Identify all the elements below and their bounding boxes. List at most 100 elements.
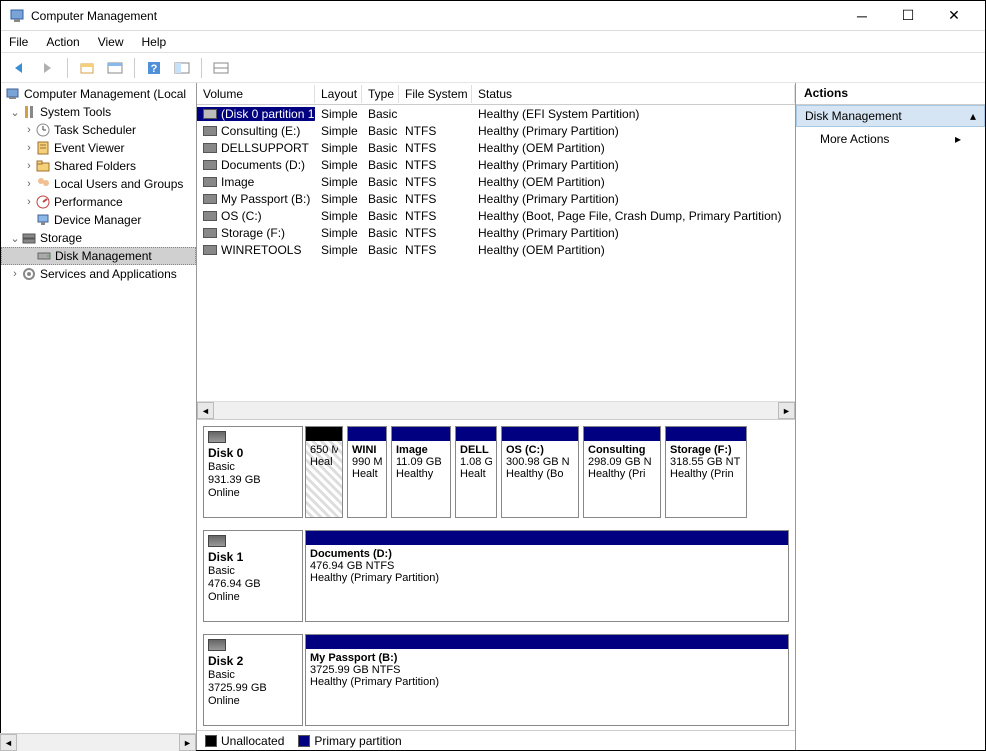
disk-label[interactable]: Disk 1Basic476.94 GBOnline [203, 530, 303, 622]
scroll-left-icon[interactable]: ◄ [0, 734, 17, 751]
volume-row[interactable]: ImageSimpleBasicNTFSHealthy (OEM Partiti… [197, 173, 795, 190]
collapse-icon[interactable]: ⌄ [9, 232, 21, 245]
volume-row[interactable]: OS (C:)SimpleBasicNTFSHealthy (Boot, Pag… [197, 207, 795, 224]
actions-selection[interactable]: Disk Management▴ [796, 105, 985, 127]
scroll-track[interactable] [214, 402, 778, 419]
partition[interactable]: 650 MHeal [305, 426, 343, 518]
volume-row[interactable]: WINRETOOLSSimpleBasicNTFSHealthy (OEM Pa… [197, 241, 795, 258]
expand-icon[interactable]: › [23, 142, 35, 154]
disk-graphical-view: Disk 0Basic931.39 GBOnline650 MHealWINI9… [197, 420, 795, 730]
volume-layout: Simple [315, 158, 362, 172]
view-button[interactable] [171, 57, 193, 79]
volume-row[interactable]: DELLSUPPORTSimpleBasicNTFSHealthy (OEM P… [197, 139, 795, 156]
maximize-button[interactable]: ☐ [885, 1, 931, 31]
volume-hscroll[interactable]: ◄ ► [197, 401, 795, 419]
col-filesystem[interactable]: File System [399, 85, 472, 103]
partition[interactable]: My Passport (B:)3725.99 GB NTFSHealthy (… [305, 634, 789, 726]
forward-button[interactable] [37, 57, 59, 79]
legend-primary: Primary partition [298, 734, 401, 748]
partition-header [456, 427, 496, 441]
tree-systools[interactable]: ⌄System Tools [1, 103, 196, 121]
collapse-icon[interactable]: ⌄ [9, 106, 21, 119]
tree-storage[interactable]: ⌄Storage [1, 229, 196, 247]
actions-panel: Actions Disk Management▴ More Actions▸ [796, 83, 985, 750]
col-type[interactable]: Type [362, 85, 399, 103]
disk-icon [208, 431, 226, 443]
menu-action[interactable]: Action [46, 35, 79, 49]
chevron-right-icon: ▸ [955, 132, 961, 146]
scroll-right-icon[interactable]: ► [778, 402, 795, 419]
disk-partitions: My Passport (B:)3725.99 GB NTFSHealthy (… [305, 634, 789, 726]
tree-event-viewer[interactable]: ›Event Viewer [1, 139, 196, 157]
partition[interactable]: DELL1.08 GHealt [455, 426, 497, 518]
partition-body: Documents (D:)476.94 GB NTFSHealthy (Pri… [306, 545, 788, 621]
expand-icon[interactable]: › [23, 178, 35, 190]
col-volume[interactable]: Volume [197, 85, 315, 103]
volume-layout: Simple [315, 141, 362, 155]
partition-header [306, 635, 788, 649]
tree-local-users[interactable]: ›Local Users and Groups [1, 175, 196, 193]
tree-services[interactable]: ›Services and Applications [1, 265, 196, 283]
partition-body: Image11.09 GBHealthy [392, 441, 450, 517]
volume-type: Basic [362, 209, 399, 223]
tree-performance[interactable]: ›Performance [1, 193, 196, 211]
legend: Unallocated Primary partition [197, 730, 795, 750]
volume-fs: NTFS [399, 124, 472, 138]
col-layout[interactable]: Layout [315, 85, 362, 103]
volume-type: Basic [362, 158, 399, 172]
scroll-right-icon[interactable]: ► [179, 734, 196, 751]
close-button[interactable]: ✕ [931, 1, 977, 31]
partition-header [502, 427, 578, 441]
menu-file[interactable]: File [9, 35, 28, 49]
disk-label[interactable]: Disk 0Basic931.39 GBOnline [203, 426, 303, 518]
col-status[interactable]: Status [472, 85, 795, 103]
tree-task-scheduler[interactable]: ›Task Scheduler [1, 121, 196, 139]
tree-device-manager[interactable]: Device Manager [1, 211, 196, 229]
back-button[interactable] [9, 57, 31, 79]
disk-label[interactable]: Disk 2Basic3725.99 GBOnline [203, 634, 303, 726]
minimize-button[interactable]: ─ [839, 1, 885, 31]
partition[interactable]: OS (C:)300.98 GB NHealthy (Bo [501, 426, 579, 518]
partition-header [306, 531, 788, 545]
volume-fs: NTFS [399, 158, 472, 172]
volume-layout: Simple [315, 175, 362, 189]
partition[interactable]: WINI990 MHealt [347, 426, 387, 518]
partition[interactable]: Consulting298.09 GB NHealthy (Pri [583, 426, 661, 518]
actions-more[interactable]: More Actions▸ [796, 127, 985, 151]
volume-row[interactable]: Consulting (E:)SimpleBasicNTFSHealthy (P… [197, 122, 795, 139]
expand-icon[interactable]: › [9, 268, 21, 280]
expand-icon[interactable]: › [23, 196, 35, 208]
volume-name: (Disk 0 partition 1) [197, 107, 315, 121]
volume-row[interactable]: Documents (D:)SimpleBasicNTFSHealthy (Pr… [197, 156, 795, 173]
disk-partitions: 650 MHealWINI990 MHealtImage11.09 GBHeal… [305, 426, 789, 518]
volume-status: Healthy (OEM Partition) [472, 243, 795, 257]
help-button[interactable]: ? [143, 57, 165, 79]
expand-icon[interactable]: › [23, 124, 35, 136]
tree-hscroll[interactable]: ◄ ► [0, 733, 196, 751]
volume-row[interactable]: Storage (F:)SimpleBasicNTFSHealthy (Prim… [197, 224, 795, 241]
tree-shared-folders[interactable]: ›Shared Folders [1, 157, 196, 175]
expand-icon[interactable]: › [23, 160, 35, 172]
menu-help[interactable]: Help [142, 35, 167, 49]
scroll-track[interactable] [17, 734, 179, 751]
collapse-icon: ▴ [970, 109, 976, 123]
partition-body: 650 MHeal [306, 441, 342, 517]
menu-view[interactable]: View [98, 35, 124, 49]
menubar: File Action View Help [1, 31, 985, 53]
drive-icon [203, 143, 217, 153]
settings-button[interactable] [210, 57, 232, 79]
partition[interactable]: Storage (F:)318.55 GB NTHealthy (Prin [665, 426, 747, 518]
partition[interactable]: Image11.09 GBHealthy [391, 426, 451, 518]
properties-button[interactable] [104, 57, 126, 79]
volume-row[interactable]: My Passport (B:)SimpleBasicNTFSHealthy (… [197, 190, 795, 207]
refresh-button[interactable] [76, 57, 98, 79]
tree-disk-management[interactable]: Disk Management [1, 247, 196, 265]
volume-layout: Simple [315, 243, 362, 257]
scroll-left-icon[interactable]: ◄ [197, 402, 214, 419]
volume-status: Healthy (EFI System Partition) [472, 107, 795, 121]
volume-row[interactable]: (Disk 0 partition 1)SimpleBasicHealthy (… [197, 105, 795, 122]
partition[interactable]: Documents (D:)476.94 GB NTFSHealthy (Pri… [305, 530, 789, 622]
volume-fs: NTFS [399, 243, 472, 257]
volume-status: Healthy (Primary Partition) [472, 158, 795, 172]
tree-root[interactable]: Computer Management (Local [1, 85, 196, 103]
